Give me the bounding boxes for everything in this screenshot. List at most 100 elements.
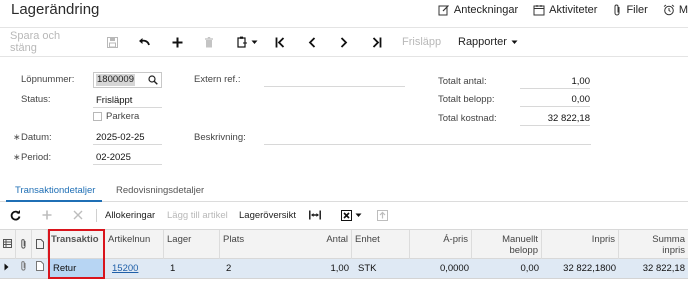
lopnummer-label: Löpnummer: bbox=[21, 74, 75, 85]
lopnummer-field[interactable]: 1800009 bbox=[93, 72, 162, 88]
tab-transaktiondetaljer[interactable]: Transaktiondetaljer bbox=[15, 185, 95, 196]
next-record-button[interactable] bbox=[336, 28, 352, 56]
edit-icon bbox=[438, 5, 449, 16]
table-row[interactable]: Retur 15200 1 2 1,00 STK 0,0000 0,00 32 … bbox=[0, 259, 688, 279]
totalt-belopp-label: Totalt belopp: bbox=[438, 94, 495, 105]
datum-field[interactable]: 2025-02-25 bbox=[93, 130, 162, 145]
header-summa-inpris-line2: inpris bbox=[662, 245, 685, 256]
add-article-button[interactable]: Lägg till artikel bbox=[167, 204, 228, 226]
add-icon bbox=[172, 37, 182, 47]
delete-row-button[interactable] bbox=[73, 204, 87, 226]
cell-manuellt-belopp[interactable]: 0,00 bbox=[472, 259, 542, 278]
cell-plats[interactable]: 2 bbox=[223, 259, 283, 278]
beskrivning-field[interactable] bbox=[264, 130, 591, 145]
delete-button[interactable] bbox=[201, 28, 217, 56]
copy-paste-button[interactable] bbox=[234, 28, 260, 56]
datum-label: Datum: bbox=[21, 132, 52, 143]
main-toolbar: Spara och stäng Frisläpp Rapporter bbox=[0, 27, 688, 57]
header-lager[interactable]: Lager bbox=[164, 230, 220, 259]
header-row-select[interactable] bbox=[0, 230, 16, 259]
files-label: Filer bbox=[626, 4, 648, 16]
cell-lager[interactable]: 1 bbox=[167, 259, 220, 278]
export-excel-button[interactable] bbox=[341, 204, 365, 226]
row-attachments[interactable] bbox=[16, 259, 32, 278]
activities-label: Aktiviteter bbox=[549, 4, 598, 16]
status-value: Frisläppt bbox=[93, 93, 162, 108]
inventory-overview-button[interactable]: Lageröversikt bbox=[239, 204, 296, 226]
cell-apris[interactable]: 0,0000 bbox=[410, 259, 472, 278]
reports-menu[interactable]: Rapporter bbox=[458, 28, 518, 56]
header-artikelnummer[interactable]: Artikelnun bbox=[105, 230, 164, 259]
last-record-icon bbox=[372, 36, 382, 48]
header-inpris[interactable]: Inpris bbox=[542, 230, 619, 259]
refresh-icon bbox=[10, 209, 21, 220]
search-icon[interactable] bbox=[148, 75, 158, 85]
header-summa-inpris[interactable]: Summa inpris bbox=[619, 230, 688, 259]
total-kostnad-label: Total kostnad: bbox=[438, 113, 497, 124]
tab-redovisningsdetaljer[interactable]: Redovisningsdetaljer bbox=[116, 185, 204, 196]
header-notes[interactable] bbox=[32, 230, 48, 259]
totalt-antal-value: 1,00 bbox=[520, 74, 590, 89]
header-manuellt-belopp-line1: Manuellt bbox=[502, 234, 538, 245]
undo-icon bbox=[139, 38, 150, 46]
cell-enhet[interactable]: STK bbox=[355, 259, 410, 278]
first-record-icon bbox=[275, 36, 285, 48]
totalt-antal-label: Totalt antal: bbox=[438, 76, 487, 87]
first-record-button[interactable] bbox=[272, 28, 288, 56]
cell-artikelnummer[interactable]: 15200 bbox=[109, 259, 164, 278]
allokeringar-button[interactable]: Allokeringar bbox=[105, 204, 155, 226]
save-close-label: Spara och stäng bbox=[10, 30, 61, 54]
row-notes[interactable] bbox=[32, 259, 48, 278]
status-label: Status: bbox=[21, 94, 51, 105]
cell-antal[interactable]: 1,00 bbox=[294, 259, 352, 278]
save-close-button[interactable]: Spara och stäng bbox=[10, 28, 88, 56]
cell-inpris[interactable]: 32 822,1800 bbox=[542, 259, 619, 278]
release-button[interactable]: Frisläpp bbox=[402, 28, 442, 56]
header-attachments[interactable] bbox=[16, 230, 32, 259]
parkera-checkbox[interactable] bbox=[93, 112, 102, 121]
totalt-belopp-value: 0,00 bbox=[520, 92, 590, 107]
cell-summa-inpris[interactable]: 32 822,18 bbox=[619, 259, 688, 278]
export-excel-icon bbox=[341, 209, 352, 221]
active-tab-indicator bbox=[6, 200, 102, 202]
upload-button[interactable] bbox=[377, 204, 391, 226]
row-indicator[interactable] bbox=[0, 259, 16, 278]
header-manuellt-belopp[interactable]: Manuellt belopp bbox=[472, 230, 542, 259]
save-button[interactable] bbox=[104, 28, 120, 56]
files-button[interactable]: Filer bbox=[612, 4, 648, 16]
required-marker: ∗ bbox=[13, 152, 21, 162]
header-enhet[interactable]: Enhet bbox=[352, 230, 410, 259]
grid-header: Transaktio Artikelnun Lager Plats Antal … bbox=[0, 229, 688, 259]
activities-button[interactable]: Aktiviteter bbox=[533, 4, 597, 16]
reminder-button[interactable]: M bbox=[663, 4, 688, 16]
alarm-clock-icon bbox=[663, 4, 675, 16]
add-button[interactable] bbox=[169, 28, 185, 56]
undo-button[interactable] bbox=[136, 28, 152, 56]
total-kostnad-value: 32 822,18 bbox=[520, 111, 590, 126]
header-transaktion[interactable]: Transaktio bbox=[48, 230, 105, 259]
extern-ref-label: Extern ref.: bbox=[194, 74, 241, 85]
grid-settings-icon bbox=[3, 239, 12, 248]
header-summa-inpris-line1: Summa bbox=[652, 234, 685, 245]
parkera-label: Parkera bbox=[106, 111, 140, 122]
chevron-down-icon bbox=[511, 40, 518, 44]
refresh-button[interactable] bbox=[10, 204, 24, 226]
period-field[interactable]: 02-2025 bbox=[93, 150, 162, 165]
header-manuellt-belopp-line2: belopp bbox=[509, 245, 538, 256]
last-record-button[interactable] bbox=[369, 28, 385, 56]
previous-record-button[interactable] bbox=[304, 28, 320, 56]
required-marker: ∗ bbox=[13, 132, 21, 142]
top-actions: Anteckningar Aktiviteter Filer M bbox=[423, 4, 688, 16]
add-row-button[interactable] bbox=[42, 204, 56, 226]
copy-paste-icon bbox=[236, 36, 247, 48]
chevron-down-icon bbox=[251, 40, 257, 44]
toolbar-divider bbox=[96, 209, 97, 222]
page-title: Lagerändring bbox=[11, 1, 100, 18]
extern-ref-field[interactable] bbox=[264, 72, 405, 87]
notes-button[interactable]: Anteckningar bbox=[438, 4, 518, 16]
grid-toolbar: Allokeringar Lägg till artikel Lageröver… bbox=[0, 204, 688, 228]
header-antal[interactable]: Antal bbox=[294, 230, 352, 259]
cell-transaktion[interactable]: Retur bbox=[50, 259, 103, 278]
fit-columns-button[interactable] bbox=[309, 204, 323, 226]
header-apris[interactable]: Á-pris bbox=[410, 230, 472, 259]
